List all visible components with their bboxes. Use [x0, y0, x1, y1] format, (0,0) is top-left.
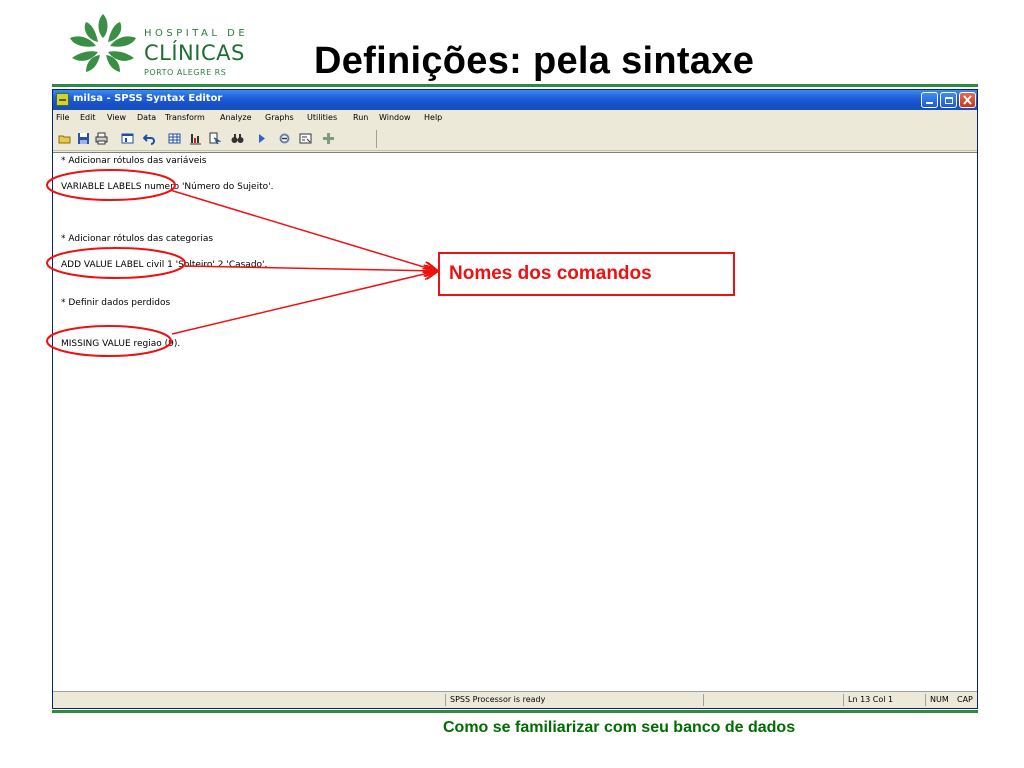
run-icon[interactable]: [255, 132, 268, 145]
status-cap: CAP: [957, 695, 973, 704]
code-line-comment-2[interactable]: * Adicionar rótulos das categorias: [61, 234, 213, 244]
status-message: SPSS Processor is ready: [445, 694, 703, 706]
restore-icon[interactable]: [940, 92, 957, 108]
syntax-editor-area[interactable]: * Adicionar rótulos das variáveis VARIAB…: [53, 152, 977, 692]
open-icon[interactable]: [58, 132, 71, 145]
code-line-comment-1[interactable]: * Adicionar rótulos das variáveis: [61, 156, 207, 166]
logo-text-hospital-de: HOSPITAL DE: [144, 28, 249, 39]
status-position: Ln 13 Col 1: [843, 694, 903, 706]
code-line-variable-labels[interactable]: VARIABLE LABELS numero 'Número do Sujeit…: [61, 182, 273, 192]
menu-graphs[interactable]: Graphs: [265, 113, 294, 122]
save-icon[interactable]: [77, 132, 90, 145]
spss-syntax-icon[interactable]: [56, 93, 69, 106]
menu-edit[interactable]: Edit: [80, 113, 96, 122]
toolbar: [53, 127, 977, 151]
syntax-help-icon[interactable]: [299, 132, 312, 145]
footer-divider: [52, 710, 978, 713]
status-empty-cell: [703, 694, 843, 706]
logo-text-porto-alegre: PORTO ALEGRE RS: [144, 68, 227, 77]
go-to-case-icon[interactable]: [208, 132, 221, 145]
menu-analyze[interactable]: Analyze: [220, 113, 252, 122]
close-icon[interactable]: [959, 92, 976, 108]
sync-viewer-icon[interactable]: [278, 132, 291, 145]
annotation-callout-text: Nomes dos comandos: [449, 263, 652, 284]
code-line-missing-value[interactable]: MISSING VALUE regiao (9).: [61, 339, 180, 349]
menu-file[interactable]: File: [56, 113, 69, 122]
menu-bar: File Edit View Data Transform Analyze Gr…: [53, 110, 977, 127]
find-icon[interactable]: [231, 132, 244, 145]
undo-icon[interactable]: [143, 132, 156, 145]
hospital-logo: HOSPITAL DE CLÍNICAS PORTO ALEGRE RS: [64, 8, 254, 80]
minimize-icon[interactable]: [921, 92, 938, 108]
menu-view[interactable]: View: [107, 113, 126, 122]
window-titlebar[interactable]: milsa - SPSS Syntax Editor: [53, 90, 977, 110]
variables-icon[interactable]: [189, 132, 202, 145]
menu-transform[interactable]: Transform: [165, 113, 205, 122]
code-line-comment-3[interactable]: * Definir dados perdidos: [61, 298, 170, 308]
status-num: NUM: [925, 694, 953, 706]
goto-data-icon[interactable]: [168, 132, 181, 145]
dialog-recall-icon[interactable]: [121, 132, 134, 145]
spss-syntax-window: milsa - SPSS Syntax Editor File Edit Vie…: [52, 89, 978, 709]
slide-title: Definições: pela sintaxe: [314, 40, 755, 82]
hospital-leaf-icon: [70, 14, 136, 72]
slide-footer: Como se familiarizar com seu banco de da…: [443, 719, 796, 736]
window-title: milsa - SPSS Syntax Editor: [73, 93, 223, 104]
menu-help[interactable]: Help: [424, 113, 442, 122]
annotation-callout: Nomes dos comandos: [438, 252, 735, 296]
status-bar: SPSS Processor is ready Ln 13 Col 1 NUM …: [53, 691, 977, 708]
code-line-add-value-label[interactable]: ADD VALUE LABEL civil 1 'Solteiro' 2 'Ca…: [61, 260, 267, 270]
designate-window-icon[interactable]: [322, 132, 335, 145]
toolbar-separator: [376, 130, 377, 148]
menu-window[interactable]: Window: [379, 113, 411, 122]
print-icon[interactable]: [95, 132, 108, 145]
menu-run[interactable]: Run: [353, 113, 368, 122]
menu-data[interactable]: Data: [137, 113, 156, 122]
menu-utilities[interactable]: Utilities: [307, 113, 337, 122]
logo-text-clinicas: CLÍNICAS: [144, 41, 245, 65]
title-divider: [52, 84, 978, 87]
